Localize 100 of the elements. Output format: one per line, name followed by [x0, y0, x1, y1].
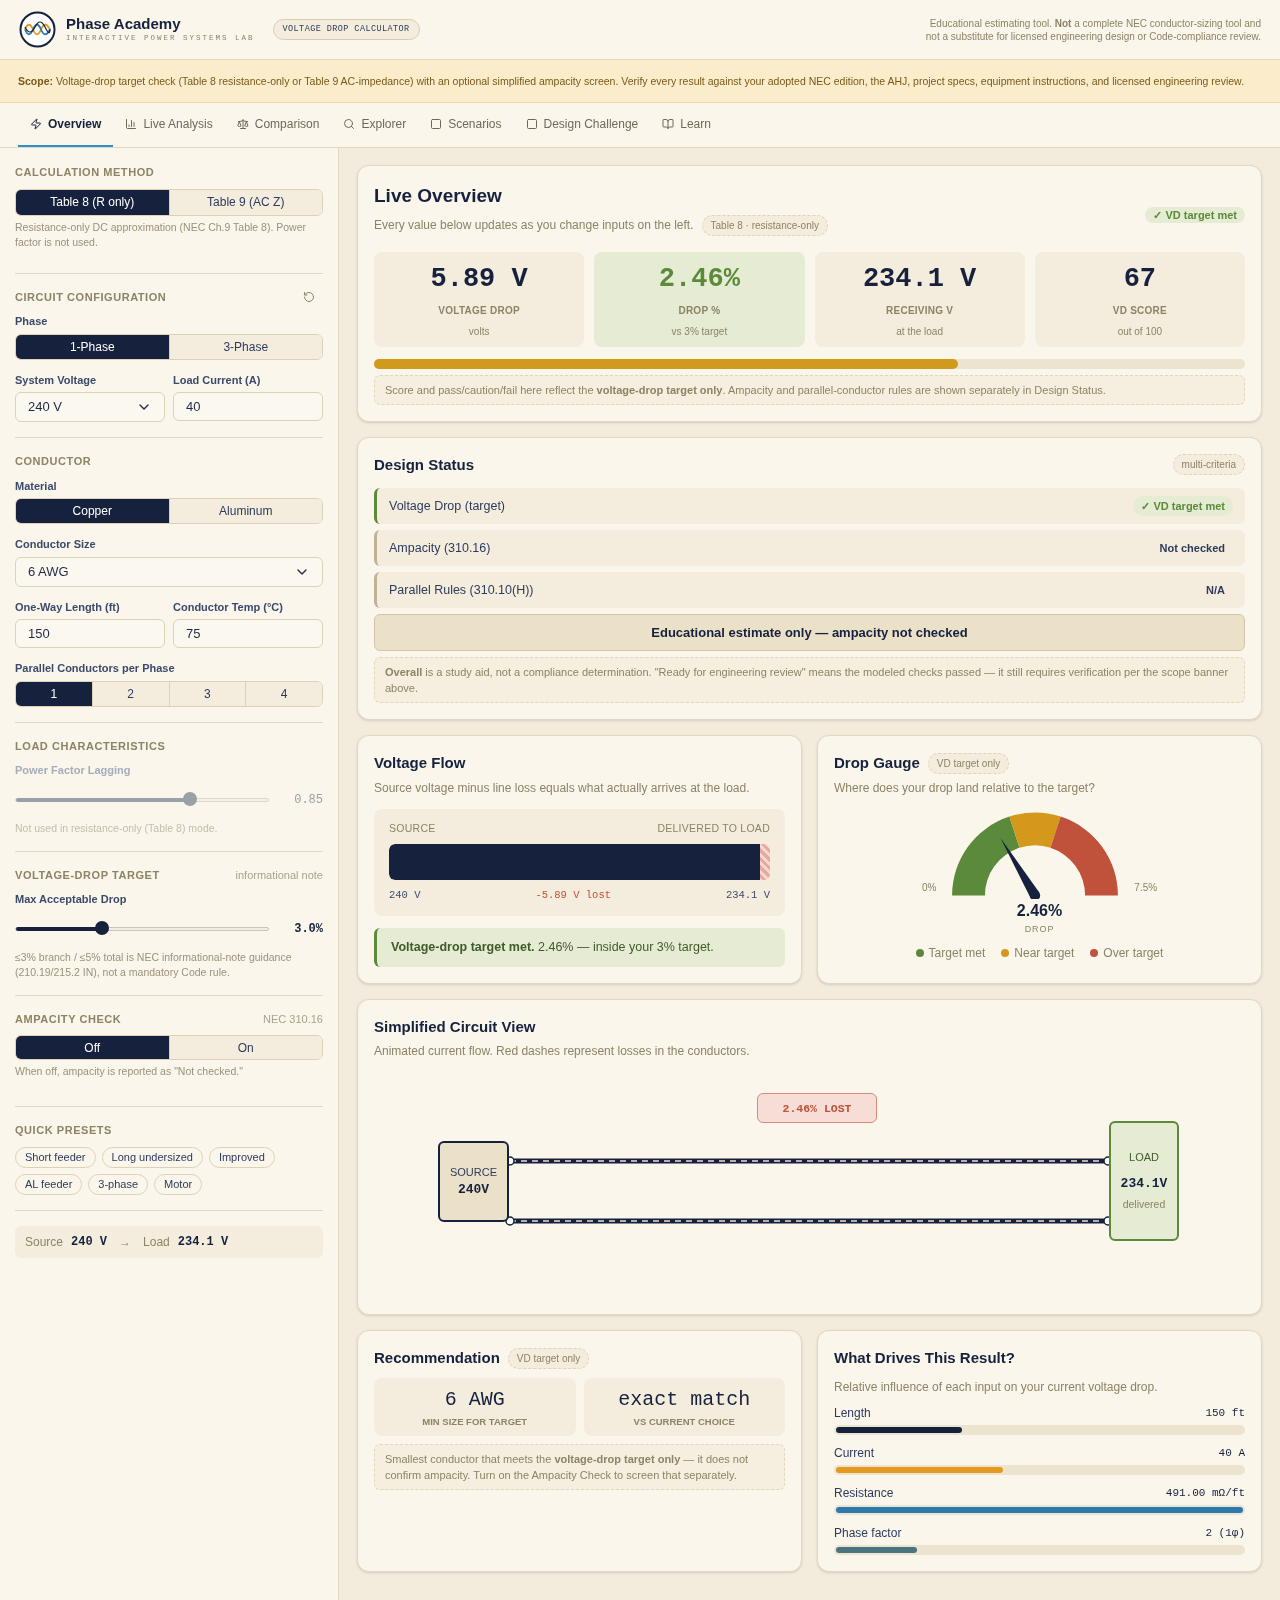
info-note: Smallest conductor that meets the voltage-drop target only — it does not confirm ampacity. Turn on the Ampacity Check to screen that separately.	[374, 1443, 785, 1490]
select-field[interactable]: 6 AWG	[15, 556, 323, 587]
field-label: Load Current (A)	[173, 372, 262, 388]
section-heading: AMPACITY CHECK	[15, 1011, 122, 1027]
metric-caption: volts	[468, 325, 490, 340]
square-icon	[430, 118, 443, 130]
check-label: Voltage Drop (target)	[389, 497, 506, 515]
slider-value: 0.85	[293, 791, 323, 809]
metric-value: 67	[1123, 262, 1157, 296]
nav-tab[interactable]: Comparison	[224, 103, 332, 147]
check-status: N/A	[1206, 582, 1226, 598]
status-badge: ✓ VD target met	[1145, 207, 1245, 223]
node-caption: delivered	[1122, 1197, 1166, 1213]
segment-option[interactable]: 2	[91, 681, 169, 706]
segment-option[interactable]: Table 8 (R only)	[16, 189, 169, 215]
loss-label: 2.46% LOST	[757, 1093, 877, 1124]
loss-reading: -5.89 V lost	[535, 888, 611, 904]
factor-value: 150 ft	[1205, 1406, 1245, 1422]
segment-option[interactable]: Off	[16, 1036, 169, 1059]
factor-value: 491.00 mΩ/ft	[1165, 1486, 1245, 1502]
card-title: Recommendation	[374, 1348, 500, 1369]
check-status: Not checked	[1159, 540, 1226, 556]
nav-tab[interactable]: Scenarios	[418, 103, 514, 147]
segment-option[interactable]: 1-Phase	[16, 334, 169, 359]
tile-label: VS CURRENT CHOICE	[633, 1414, 735, 1429]
tile-label: MIN SIZE FOR TARGET	[422, 1414, 528, 1429]
input-field[interactable]: 150	[15, 619, 165, 648]
segment-option[interactable]: Table 9 (AC Z)	[168, 189, 322, 215]
app-badge: VOLTAGE DROP CALCULATOR	[272, 19, 420, 40]
field-label: One-Way Length (ft)	[15, 599, 121, 615]
tag: multi-criteria	[1172, 454, 1245, 476]
slider-value: 3.0%	[293, 920, 323, 938]
select-field[interactable]: 240 V	[15, 392, 165, 422]
field-label: Conductor Size	[15, 537, 97, 552]
field-label: Conductor Temp (°C)	[173, 599, 284, 615]
status-badge: ✓ VD target met	[1133, 495, 1233, 517]
segment-option[interactable]: 4	[245, 681, 322, 706]
card-subtitle: Animated current flow. Red dashes represent losses in the conductors.	[374, 1043, 751, 1061]
verdict-banner: Educational estimate only — ampacity not checked	[374, 614, 1245, 651]
help-text: When off, ampacity is reported as "Not checked."	[15, 1064, 244, 1079]
metric-label: VOLTAGE DROP	[438, 304, 520, 319]
nav-tab[interactable]: Explorer	[331, 103, 419, 147]
field-label: Parallel Conductors per Phase	[15, 661, 176, 676]
section-heading: CIRCUIT CONFIGURATION	[15, 289, 167, 305]
summary-value: 234.1 V	[177, 1233, 229, 1251]
section-note: informational note	[235, 867, 323, 883]
slider-thumb[interactable]	[94, 920, 109, 935]
factor-value: 40 A	[1218, 1446, 1245, 1462]
card-subtitle: Relative influence of each input on your current voltage drop.	[834, 1378, 1159, 1396]
segment-option[interactable]: Aluminum	[168, 499, 322, 523]
segment-option[interactable]: Copper	[16, 499, 169, 523]
reset-icon[interactable]	[303, 290, 315, 303]
result-banner: Voltage-drop target met. 2.46% — inside your 3% target.	[374, 928, 785, 967]
square-icon	[525, 118, 538, 130]
segment-option[interactable]: On	[168, 1036, 322, 1059]
segment-option[interactable]: 1	[16, 681, 92, 706]
nav-tab[interactable]: Design Challenge	[513, 103, 651, 147]
tile-value: 6 AWG	[444, 1386, 505, 1413]
tag: VD target only	[507, 1348, 590, 1369]
node-label: SOURCE	[449, 1164, 498, 1180]
check-label: Ampacity (310.16)	[389, 539, 491, 557]
gauge-min-label: 0%	[921, 880, 937, 895]
segment-option[interactable]: 3	[168, 681, 246, 706]
metric-caption: vs 3% target	[671, 325, 728, 340]
tile-value: exact match	[618, 1386, 751, 1413]
legend-label: Target met	[928, 945, 986, 962]
field-label: System Voltage	[15, 372, 98, 388]
section-heading: QUICK PRESETS	[15, 1123, 112, 1138]
flow-label: SOURCE	[389, 820, 436, 836]
lightning-icon	[30, 118, 42, 130]
info-note: Score and pass/caution/fail here reflect the voltage-drop target only. Ampacity and parallel-conductor rules are shown separately in Design Status.	[374, 374, 1245, 405]
field-label: Material	[15, 478, 58, 494]
input-field[interactable]: 40	[173, 392, 323, 421]
gauge-caption: DROP	[1024, 922, 1055, 936]
legend-label: Over target	[1103, 945, 1164, 962]
segment-option[interactable]: 3-Phase	[168, 334, 322, 359]
legend-label: Near target	[1014, 945, 1075, 962]
node-value: 234.1V	[1120, 1174, 1168, 1193]
metric-caption: out of 100	[1117, 325, 1163, 340]
flow-reading: 234.1 V	[725, 888, 770, 904]
section-heading: LOAD CHARACTERISTICS	[15, 738, 166, 754]
help-text: Resistance-only DC approximation (NEC Ch.9 Table 8). Power factor is not used.	[15, 219, 307, 250]
card-subtitle: Where does your drop land relative to the target?	[834, 779, 1096, 797]
factor-label: Length	[834, 1404, 871, 1422]
card-title: Simplified Circuit View	[374, 1016, 537, 1037]
nav-tab[interactable]: Learn	[650, 103, 723, 147]
tag: VD target only	[927, 752, 1010, 774]
tag: Table 8 · resistance-only	[701, 214, 828, 236]
field-label: Max Acceptable Drop	[15, 892, 128, 907]
summary-value: 240 V	[71, 1233, 108, 1251]
search-icon	[343, 118, 356, 130]
metric-caption: at the load	[896, 325, 943, 340]
metric-value: 5.89 V	[430, 262, 528, 296]
summary-arrow: →	[119, 1233, 132, 1251]
help-text: Not used in resistance-only (Table 8) mode.	[15, 820, 219, 836]
input-field[interactable]: 75	[173, 619, 323, 648]
nav-tab[interactable]: Live Analysis	[113, 103, 225, 147]
bar-chart-icon	[125, 118, 138, 130]
section-heading: CONDUCTOR	[15, 454, 92, 469]
info-note: Overall is a study aid, not a compliance determination. "Ready for engineering review" means the modeled checks passed — it still requires verification per the scope banner above.	[374, 657, 1245, 703]
